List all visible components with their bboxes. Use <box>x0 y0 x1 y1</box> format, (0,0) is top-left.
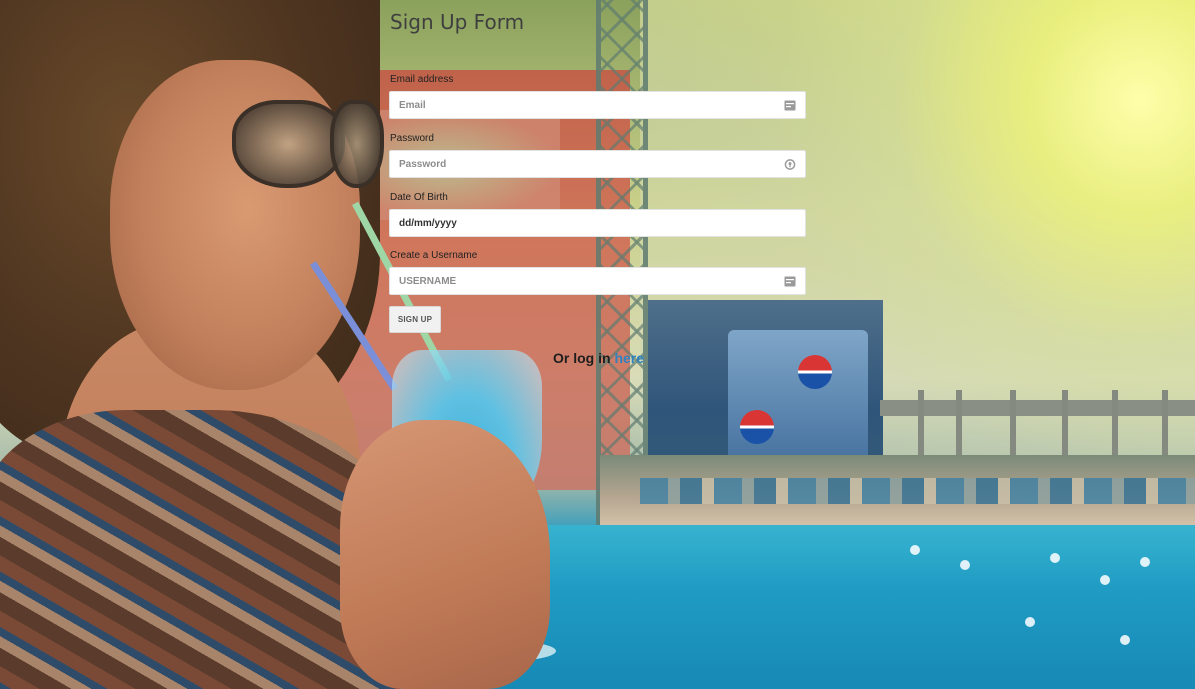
dob-label: Date Of Birth <box>390 192 448 203</box>
water-sparkle <box>960 560 970 570</box>
login-here-link[interactable]: here <box>614 350 644 366</box>
username-field-box <box>389 267 806 295</box>
logo-graphic <box>740 410 774 444</box>
sunglasses-lens <box>232 100 345 188</box>
email-field-box <box>389 91 806 119</box>
dob-input[interactable] <box>390 210 769 236</box>
login-prefix: Or log in <box>553 350 611 366</box>
password-input[interactable] <box>390 151 769 177</box>
sign-up-button[interactable]: SIGN UP <box>389 306 441 333</box>
hand <box>340 420 550 689</box>
swimming-pool <box>440 525 1195 689</box>
password-label: Password <box>390 133 434 144</box>
pier-post <box>1062 390 1068 460</box>
email-input[interactable] <box>390 92 769 118</box>
email-label: Email address <box>390 74 454 85</box>
pier-post <box>1112 390 1118 460</box>
water-sparkle <box>1025 617 1035 627</box>
login-prompt: Or log in here <box>553 350 644 366</box>
sun-loungers <box>640 478 1195 504</box>
id-card-icon <box>784 276 796 287</box>
water-sparkle <box>1140 557 1150 567</box>
pier <box>880 400 1195 416</box>
water-sparkle <box>1100 575 1110 585</box>
pier-post <box>918 390 924 460</box>
pier-post <box>1162 390 1168 460</box>
water-sparkle <box>1120 635 1130 645</box>
pier-post <box>956 390 962 460</box>
username-label: Create a Username <box>390 250 478 261</box>
form-title: Sign Up Form <box>390 10 525 34</box>
pier-post <box>1010 390 1016 460</box>
password-field-box <box>389 150 806 178</box>
dob-field-box <box>389 209 806 237</box>
sunglasses-lens <box>330 100 384 188</box>
id-card-icon <box>784 100 796 111</box>
water-sparkle <box>1050 553 1060 563</box>
water-sparkle <box>910 545 920 555</box>
logo-graphic <box>798 355 832 389</box>
key-icon <box>784 159 796 170</box>
username-input[interactable] <box>390 268 769 294</box>
